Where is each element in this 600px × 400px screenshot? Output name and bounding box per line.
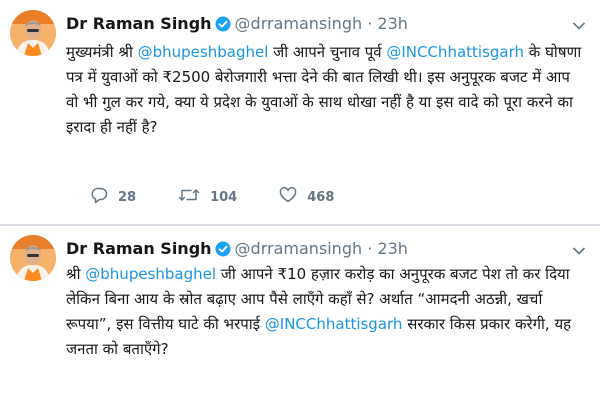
tweet-text-segment: मुख्यमंत्री श्री xyxy=(66,43,138,61)
separator-dot: · xyxy=(367,14,373,33)
retweet-icon xyxy=(178,186,210,208)
timestamp[interactable]: 23h xyxy=(377,239,408,258)
author-handle[interactable]: @drramansingh xyxy=(235,239,363,258)
separator-dot: · xyxy=(367,239,373,258)
chevron-down-icon[interactable] xyxy=(572,16,586,30)
tweet-text-segment: जी आपने चुनाव पूर्व xyxy=(268,43,387,61)
like-count: 468 xyxy=(307,189,335,205)
author-handle[interactable]: @drramansingh xyxy=(235,14,363,33)
tweet-text: श्री @bhupeshbaghel जी आपने ₹10 हज़ार कर… xyxy=(66,262,586,362)
mention-link[interactable]: @INCChhattisgarh xyxy=(265,315,403,333)
tweet[interactable]: Dr Raman Singh @drramansingh · 23h मुख्य… xyxy=(0,0,600,226)
mention-link[interactable]: @bhupeshbaghel xyxy=(85,265,216,283)
retweet-count: 104 xyxy=(210,189,238,205)
retweet-button[interactable]: 104 xyxy=(178,186,237,208)
timestamp[interactable]: 23h xyxy=(377,14,408,33)
verified-badge-icon xyxy=(215,240,231,264)
chevron-down-icon[interactable] xyxy=(572,241,586,255)
heart-icon xyxy=(279,186,307,208)
author-name[interactable]: Dr Raman Singh xyxy=(66,14,212,33)
reply-count: 28 xyxy=(118,189,137,205)
tweet-text-segment: श्री xyxy=(66,265,86,283)
avatar[interactable] xyxy=(10,10,56,56)
like-button[interactable]: 468 xyxy=(279,186,334,208)
reply-icon xyxy=(90,186,118,208)
author-name[interactable]: Dr Raman Singh xyxy=(66,239,212,258)
avatar[interactable] xyxy=(10,235,56,281)
tweet-header: Dr Raman Singh @drramansingh · 23h xyxy=(66,12,560,36)
tweet[interactable]: Dr Raman Singh @drramansingh · 23h श्री … xyxy=(0,229,600,400)
mention-link[interactable]: @bhupeshbaghel xyxy=(138,43,269,61)
tweet-header: Dr Raman Singh @drramansingh · 23h xyxy=(66,237,560,261)
reply-button[interactable]: 28 xyxy=(90,186,136,208)
verified-badge-icon xyxy=(215,15,231,39)
tweet-actions: 28 104 468 xyxy=(90,186,376,208)
mention-link[interactable]: @INCChhattisgarh xyxy=(386,43,524,61)
tweet-text: मुख्यमंत्री श्री @bhupeshbaghel जी आपने … xyxy=(66,40,586,140)
